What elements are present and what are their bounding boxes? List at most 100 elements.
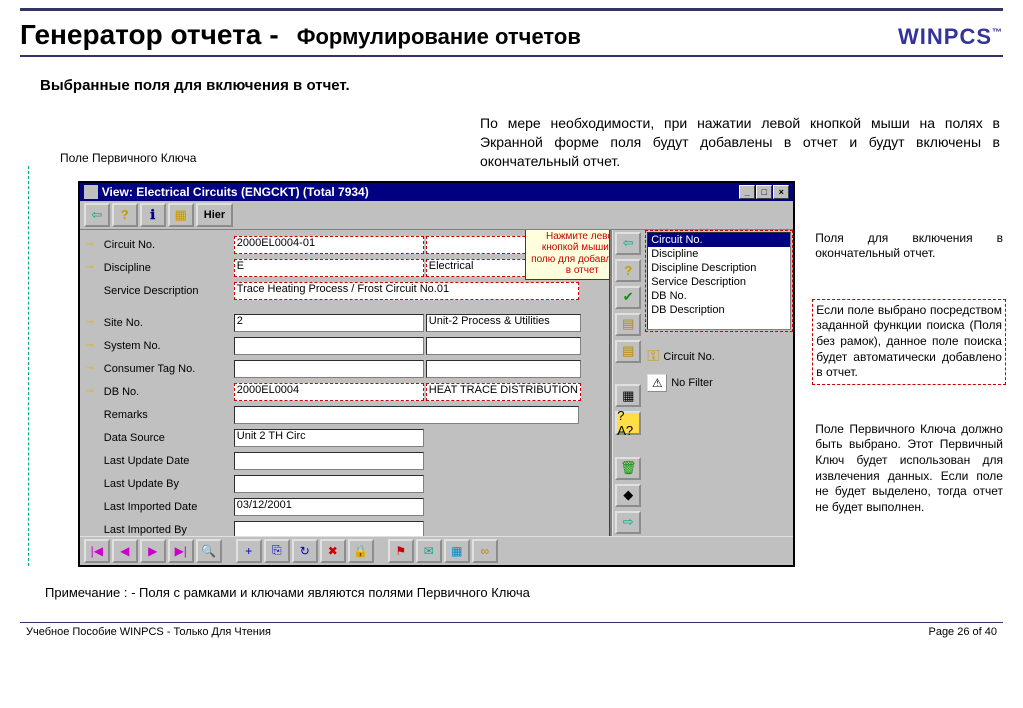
field-label[interactable]: Site No. [104,317,234,329]
nav-send-button[interactable]: ✉ [416,539,442,563]
toolbar-hier-button[interactable]: Hier [196,203,233,227]
form-row: Last Imported By [86,519,603,536]
nav-link-button[interactable]: ∞ [472,539,498,563]
form-row: Last Update By [86,473,603,495]
filter-status: No Filter [671,377,713,389]
minimize-button[interactable]: _ [739,185,755,199]
note-include-fields: Поля для включения в окончательный отчет… [815,231,1003,262]
nav-search-button[interactable]: 🔍 [196,539,222,563]
field-label[interactable]: Last Imported By [104,524,234,536]
nav-prev-button[interactable]: ◀ [112,539,138,563]
key-icon: ⊸ [86,386,104,397]
field-label[interactable]: Service Description [104,285,234,297]
list-item[interactable]: Service Description [648,275,790,289]
panel-query-button[interactable]: ?A? [615,411,641,435]
maximize-button[interactable]: □ [756,185,772,199]
panel-doc-button[interactable]: ▤ [615,313,641,336]
field-label[interactable]: Last Imported Date [104,501,234,513]
field-input[interactable]: Unit 2 TH Circ [234,429,424,447]
field-input[interactable] [234,521,424,536]
list-item[interactable]: Discipline [648,247,790,261]
form-row: ⊸DB No.2000EL0004HEAT TRACE DISTRIBUTION… [86,381,603,403]
nav-chart-button[interactable]: ▦ [444,539,470,563]
field-label[interactable]: Last Update By [104,478,234,490]
form-row: ⊸Consumer Tag No. [86,358,603,380]
panel-confirm-button[interactable]: ✔ [615,286,641,309]
field-input-desc[interactable] [426,360,581,378]
titlebar: View: Electrical Circuits (ENGCKT) (Tota… [80,183,793,201]
field-input[interactable]: 2 [234,314,424,332]
field-input-desc[interactable]: Unit-2 Process & Utilities [426,314,581,332]
form-row: Remarks [86,404,603,426]
field-input[interactable] [234,360,424,378]
field-label[interactable]: Consumer Tag No. [104,363,234,375]
panel-color-button[interactable]: ◆ [615,484,641,507]
field-label[interactable]: Circuit No. [104,239,234,251]
key-icon: ⊸ [86,317,104,328]
nav-first-button[interactable]: |◀ [84,539,110,563]
close-button[interactable]: × [773,185,789,199]
toolbar-view-button[interactable]: ▦ [168,203,194,227]
field-input[interactable]: 2000EL0004 [234,383,424,401]
panel-back-button[interactable]: ⇦ [615,232,641,255]
panel-save-button[interactable]: ▤ [615,340,641,363]
panel-delete-button[interactable]: 🗑 [615,457,641,480]
nav-copy-button[interactable]: ⎘ [264,539,290,563]
toolbar-back-button[interactable]: ⇦ [84,203,110,227]
field-input[interactable]: Trace Heating Process / Frost Circuit No… [234,282,579,300]
field-input-desc[interactable] [426,337,581,355]
toolbar-info-button[interactable]: ℹ [140,203,166,227]
field-input[interactable] [234,337,424,355]
field-input[interactable] [234,475,424,493]
key-icon: ⊸ [86,340,104,351]
field-label[interactable]: Last Update Date [104,455,234,467]
nav-next-button[interactable]: ▶ [140,539,166,563]
form-area: Нажмите левой кнопкой мыши по полю для д… [80,230,609,536]
field-label[interactable]: System No. [104,340,234,352]
nav-flag-button[interactable]: ⚑ [388,539,414,563]
field-label[interactable]: Remarks [104,409,234,421]
selected-fields-list[interactable]: Circuit No.DisciplineDiscipline Descript… [647,232,791,330]
app-icon [84,185,98,199]
tooltip: Нажмите левой кнопкой мыши по полю для д… [525,230,609,280]
nav-lock-button[interactable]: 🔒 [348,539,374,563]
page-title-main: Генератор отчета [20,19,261,51]
form-row: Last Imported Date03/12/2001 [86,496,603,518]
field-input[interactable]: 2000EL0004-01 [234,236,424,254]
field-label[interactable]: Data Source [104,432,234,444]
list-item[interactable]: Discipline Description [648,261,790,275]
titlebar-text: View: Electrical Circuits (ENGCKT) (Tota… [102,185,739,199]
primary-key-name: Circuit No. [663,351,714,363]
field-input[interactable]: 03/12/2001 [234,498,424,516]
intro-text: По мере необходимости, при нажатии левой… [480,114,1000,171]
app-window: View: Electrical Circuits (ENGCKT) (Tota… [78,181,795,567]
nav-delete-button[interactable]: ✖ [320,539,346,563]
nav-refresh-button[interactable]: ↻ [292,539,318,563]
field-input-desc[interactable]: HEAT TRACE DISTRIBUTION BOAR [426,383,581,401]
title-separator: - [269,19,278,51]
panel-help-button[interactable]: ? [615,259,641,282]
form-row: Data SourceUnit 2 TH Circ [86,427,603,449]
panel-export-button[interactable]: ⇨ [615,511,641,534]
field-input[interactable]: E [234,259,424,277]
list-item[interactable]: DB No. [648,289,790,303]
warning-icon: ⚠ [647,374,667,392]
right-panel: ⇦ ? ✔ ▤ ▤ ▦ ?A? 🗑 ◆ ⇨ Circuit N [613,230,793,536]
nav-last-button[interactable]: ▶| [168,539,194,563]
page-title-sub: Формулирование отчетов [297,24,581,50]
nav-add-button[interactable]: + [236,539,262,563]
left-label-primary-key: Поле Первичного Ключа [60,151,196,165]
logo: WINPCS™ [898,24,1003,50]
field-input[interactable] [234,452,424,470]
field-input[interactable] [234,406,579,424]
list-item[interactable]: Circuit No. [648,233,790,247]
footer-left: Учебное Пособие WINPCS - Только Для Чтен… [26,626,271,638]
form-row: Service DescriptionTrace Heating Process… [86,280,603,302]
toolbar-help-button[interactable]: ? [112,203,138,227]
panel-grid-button[interactable]: ▦ [615,384,641,407]
field-label[interactable]: DB No. [104,386,234,398]
footnote: Примечание : - Поля с рамками и ключами … [45,585,1003,600]
list-item[interactable]: DB Description [648,303,790,317]
key-icon: ⚿ [647,348,659,366]
field-label[interactable]: Discipline [104,262,234,274]
